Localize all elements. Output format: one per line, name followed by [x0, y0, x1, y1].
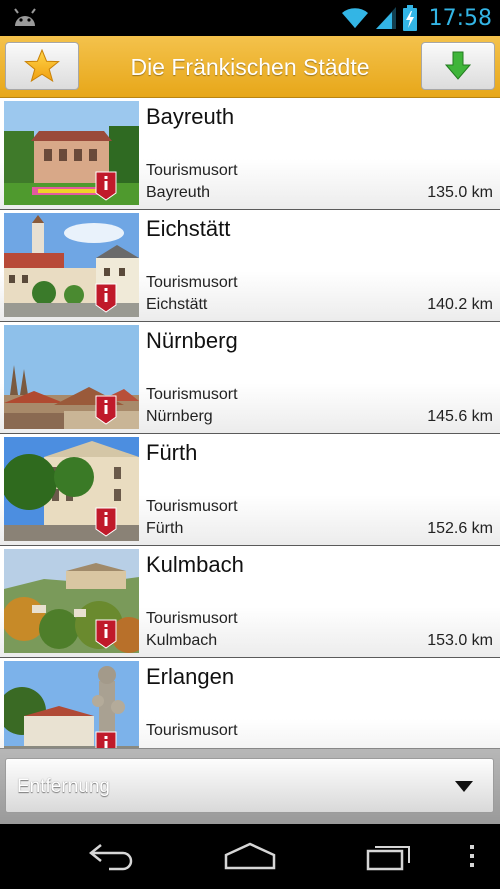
- item-city: Fürth: [146, 520, 184, 537]
- clock: 17:58: [428, 5, 492, 31]
- city-list[interactable]: Bayreuth Tourismusort Bayreuth 135.0 km: [0, 98, 500, 748]
- list-item[interactable]: Fürth Tourismusort Fürth 152.6 km: [0, 434, 500, 546]
- kulmbach-photo: [4, 549, 139, 653]
- item-type: Tourismusort: [146, 610, 238, 627]
- item-city: Kulmbach: [146, 632, 218, 649]
- nuernberg-photo: [4, 325, 139, 429]
- list-item[interactable]: Eichstätt Tourismusort Eichstätt 140.2 k…: [0, 210, 500, 322]
- home-button[interactable]: [222, 838, 278, 874]
- item-title: Fürth: [146, 440, 198, 465]
- list-item[interactable]: Nürnberg Tourismusort Nürnberg 145.6 km: [0, 322, 500, 434]
- item-type: Tourismusort: [146, 386, 238, 403]
- download-arrow-icon: [444, 51, 472, 80]
- erlangen-photo: [4, 661, 139, 748]
- bayreuth-photo: [4, 101, 139, 205]
- sort-selected-value: Entfernung: [17, 776, 110, 797]
- item-city: Eichstätt: [146, 296, 208, 313]
- list-item[interactable]: Erlangen Tourismusort: [0, 658, 500, 748]
- fuerth-photo: [4, 437, 139, 541]
- download-button[interactable]: [421, 42, 495, 90]
- status-bar: 17:58: [0, 0, 500, 36]
- battery-charging-icon: [402, 5, 417, 31]
- item-type: Tourismusort: [146, 162, 238, 179]
- info-pin-icon: [95, 283, 117, 313]
- sort-bar: Entfernung: [0, 748, 500, 824]
- page-title: Die Fränkischen Städte: [130, 54, 370, 80]
- item-distance: 153.0 km: [427, 632, 493, 649]
- signal-icon: [375, 7, 396, 29]
- list-item[interactable]: Bayreuth Tourismusort Bayreuth 135.0 km: [0, 98, 500, 210]
- navigation-bar: [0, 824, 500, 889]
- android-notification-icon: [14, 8, 36, 26]
- info-pin-icon: [95, 619, 117, 649]
- info-pin-icon: [95, 731, 117, 748]
- wifi-icon: [341, 8, 368, 28]
- info-pin-icon: [95, 507, 117, 537]
- star-icon: [24, 49, 60, 83]
- item-distance: 135.0 km: [427, 184, 493, 201]
- info-pin-icon: [95, 171, 117, 201]
- eichstaett-photo: [4, 213, 139, 317]
- back-button[interactable]: [84, 838, 140, 874]
- item-title: Bayreuth: [146, 104, 235, 129]
- item-distance: 140.2 km: [427, 296, 493, 313]
- item-type: Tourismusort: [146, 498, 238, 515]
- item-title: Eichstätt: [146, 216, 231, 241]
- item-city: Nürnberg: [146, 408, 213, 425]
- item-title: Erlangen: [146, 664, 235, 689]
- home-icon: [224, 842, 276, 870]
- chevron-down-icon: [455, 781, 473, 792]
- recent-apps-icon: [366, 846, 410, 871]
- item-title: Kulmbach: [146, 552, 244, 577]
- item-distance: 145.6 km: [427, 408, 493, 425]
- menu-button[interactable]: [462, 838, 482, 874]
- recent-apps-button[interactable]: [362, 838, 418, 874]
- action-bar: Die Fränkischen Städte: [0, 36, 500, 98]
- menu-icon: [470, 845, 474, 867]
- favorites-button[interactable]: [5, 42, 79, 90]
- item-distance: 152.6 km: [427, 520, 493, 537]
- list-item[interactable]: Kulmbach Tourismusort Kulmbach 153.0 km: [0, 546, 500, 658]
- info-pin-icon: [95, 395, 117, 425]
- item-type: Tourismusort: [146, 722, 238, 739]
- item-city: Bayreuth: [146, 184, 211, 201]
- back-icon: [88, 844, 133, 871]
- item-type: Tourismusort: [146, 274, 238, 291]
- item-title: Nürnberg: [146, 328, 238, 353]
- sort-spinner[interactable]: Entfernung: [5, 758, 494, 813]
